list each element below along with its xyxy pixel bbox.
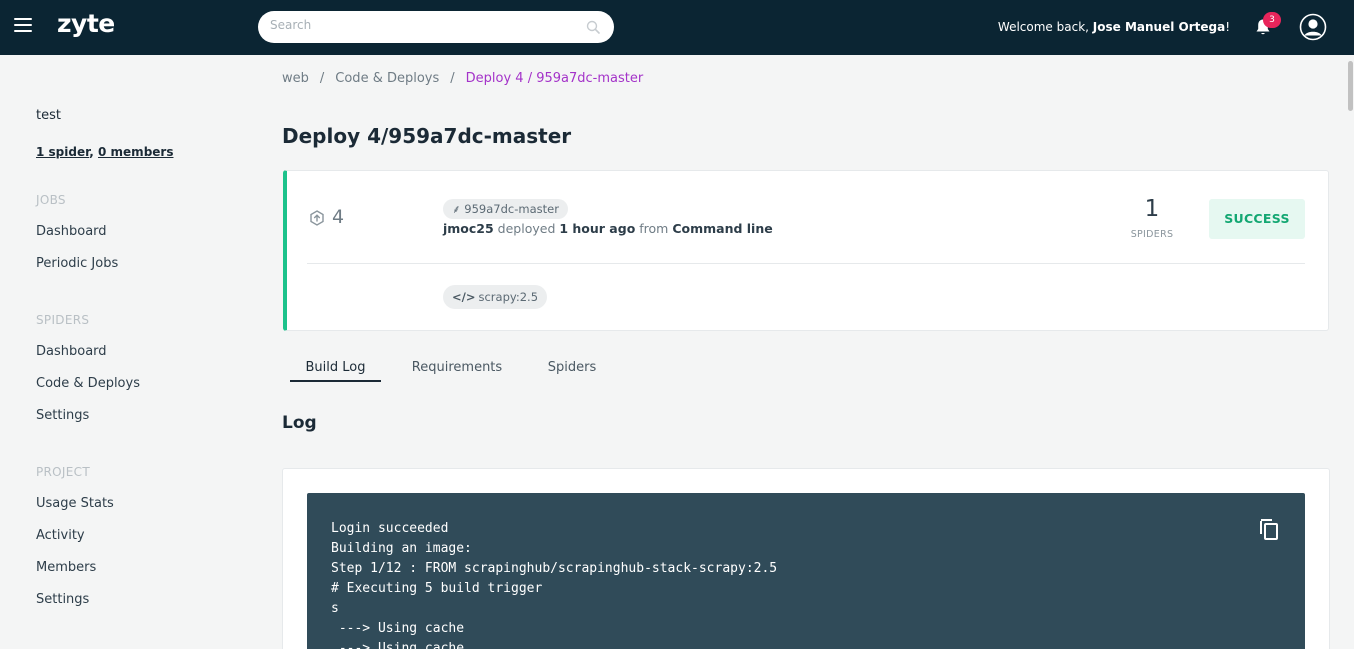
section-spiders: SPIDERS [36, 313, 90, 327]
from-text: from [635, 221, 673, 236]
sidebar-item-periodic-jobs[interactable]: Periodic Jobs [36, 256, 118, 271]
scrollbar-thumb[interactable] [1348, 61, 1353, 111]
breadcrumb-code-deploys[interactable]: Code & Deploys [335, 71, 439, 86]
section-project: PROJECT [36, 465, 90, 479]
log-card: Login succeeded Building an image: Step 1/… [282, 468, 1330, 649]
search-box [258, 11, 614, 43]
spiders-link[interactable]: 1 spider [36, 145, 89, 159]
tab-spiders[interactable]: Spiders [547, 352, 597, 382]
welcome-message: Welcome back, Jose Manuel Ortega! [998, 20, 1230, 34]
zyte-logo[interactable]: zyte [57, 9, 115, 38]
sidebar-item-activity[interactable]: Activity [36, 528, 85, 543]
members-link[interactable]: 0 members [98, 145, 173, 159]
log-line: s [331, 601, 339, 616]
sidebar-item-members[interactable]: Members [36, 560, 96, 575]
stack-name: scrapy:2.5 [478, 290, 539, 304]
project-meta: 1 spider, 0 members [36, 145, 174, 159]
deploy-number: 4 [332, 206, 345, 228]
log-line: ---> Using cache [331, 621, 465, 636]
branch-name: 959a7dc-master [464, 202, 559, 216]
build-log-output: Login succeeded Building an image: Step 1/… [307, 493, 1305, 649]
stack-chip: </> scrapy:2.5 [443, 285, 548, 309]
search-input[interactable] [270, 18, 570, 32]
page-title: Deploy 4/959a7dc-master [282, 124, 572, 148]
breadcrumb-current: Deploy 4 / 959a7dc-master [465, 71, 644, 86]
log-title: Log [282, 413, 317, 433]
breadcrumb-separator: / [450, 71, 455, 86]
branch-chip: ⸙ 959a7dc-master [443, 199, 568, 219]
deploy-info: jmoc25 deployed 1 hour ago from Command … [443, 221, 773, 236]
log-line: ---> Using cache [331, 641, 465, 649]
log-line: Building an image: [331, 541, 472, 556]
tab-build-log[interactable]: Build Log [290, 352, 381, 382]
deploy-user: jmoc25 [443, 221, 494, 236]
sidebar-item-jobs-dashboard[interactable]: Dashboard [36, 224, 107, 239]
spider-count-label: SPIDERS [1130, 229, 1174, 240]
welcome-prefix: Welcome back, [997, 20, 1093, 34]
deployed-text: deployed [493, 221, 560, 236]
project-name: test [36, 108, 61, 123]
status-badge: SUCCESS [1209, 199, 1305, 239]
deploy-source: Command line [672, 221, 773, 236]
notification-badge: 3 [1263, 12, 1281, 28]
deploy-icon [310, 210, 324, 226]
breadcrumb-separator: / [319, 71, 325, 86]
log-line: # Executing 5 build trigger [331, 581, 543, 596]
welcome-suffix: ! [1225, 20, 1230, 34]
spider-count: 1 [1144, 196, 1160, 222]
log-line: Login succeeded [331, 521, 449, 536]
scrollbar[interactable] [1347, 55, 1354, 649]
sidebar-item-spiders-dashboard[interactable]: Dashboard [36, 344, 107, 359]
user-avatar-icon[interactable] [1299, 13, 1327, 41]
copy-icon[interactable] [1257, 517, 1281, 541]
branch-icon: ⸙ [452, 202, 461, 216]
sidebar-item-code-deploys[interactable]: Code & Deploys [36, 376, 140, 391]
section-jobs: JOBS [36, 193, 66, 207]
breadcrumb-web[interactable]: web [282, 71, 309, 86]
sidebar-item-usage-stats[interactable]: Usage Stats [36, 496, 114, 511]
user-name: Jose Manuel Ortega [1092, 20, 1226, 34]
deploy-card: 4 ⸙ 959a7dc-master jmoc25 deployed 1 hou… [283, 170, 1329, 331]
breadcrumb: web / Code & Deploys / Deploy 4 / 959a7dc-ma… [282, 71, 643, 86]
tab-requirements[interactable]: Requirements [411, 352, 503, 382]
sidebar-item-spiders-settings[interactable]: Settings [36, 408, 89, 423]
divider [307, 263, 1305, 264]
search-icon[interactable] [586, 20, 600, 34]
code-icon: </> [452, 290, 476, 304]
sidebar: test 1 spider, 0 members JOBS Dashboard … [0, 55, 258, 649]
sidebar-item-project-settings[interactable]: Settings [36, 592, 89, 607]
log-lines: Login succeeded Building an image: Step 1/… [331, 519, 777, 649]
deploy-time: 1 hour ago [559, 221, 636, 236]
menu-icon[interactable] [14, 18, 32, 32]
log-line: Step 1/12 : FROM scrapinghub/scrapinghub… [331, 561, 778, 576]
top-bar: zyte Welcome back, Jose Manuel Ortega! 3 [0, 0, 1354, 55]
